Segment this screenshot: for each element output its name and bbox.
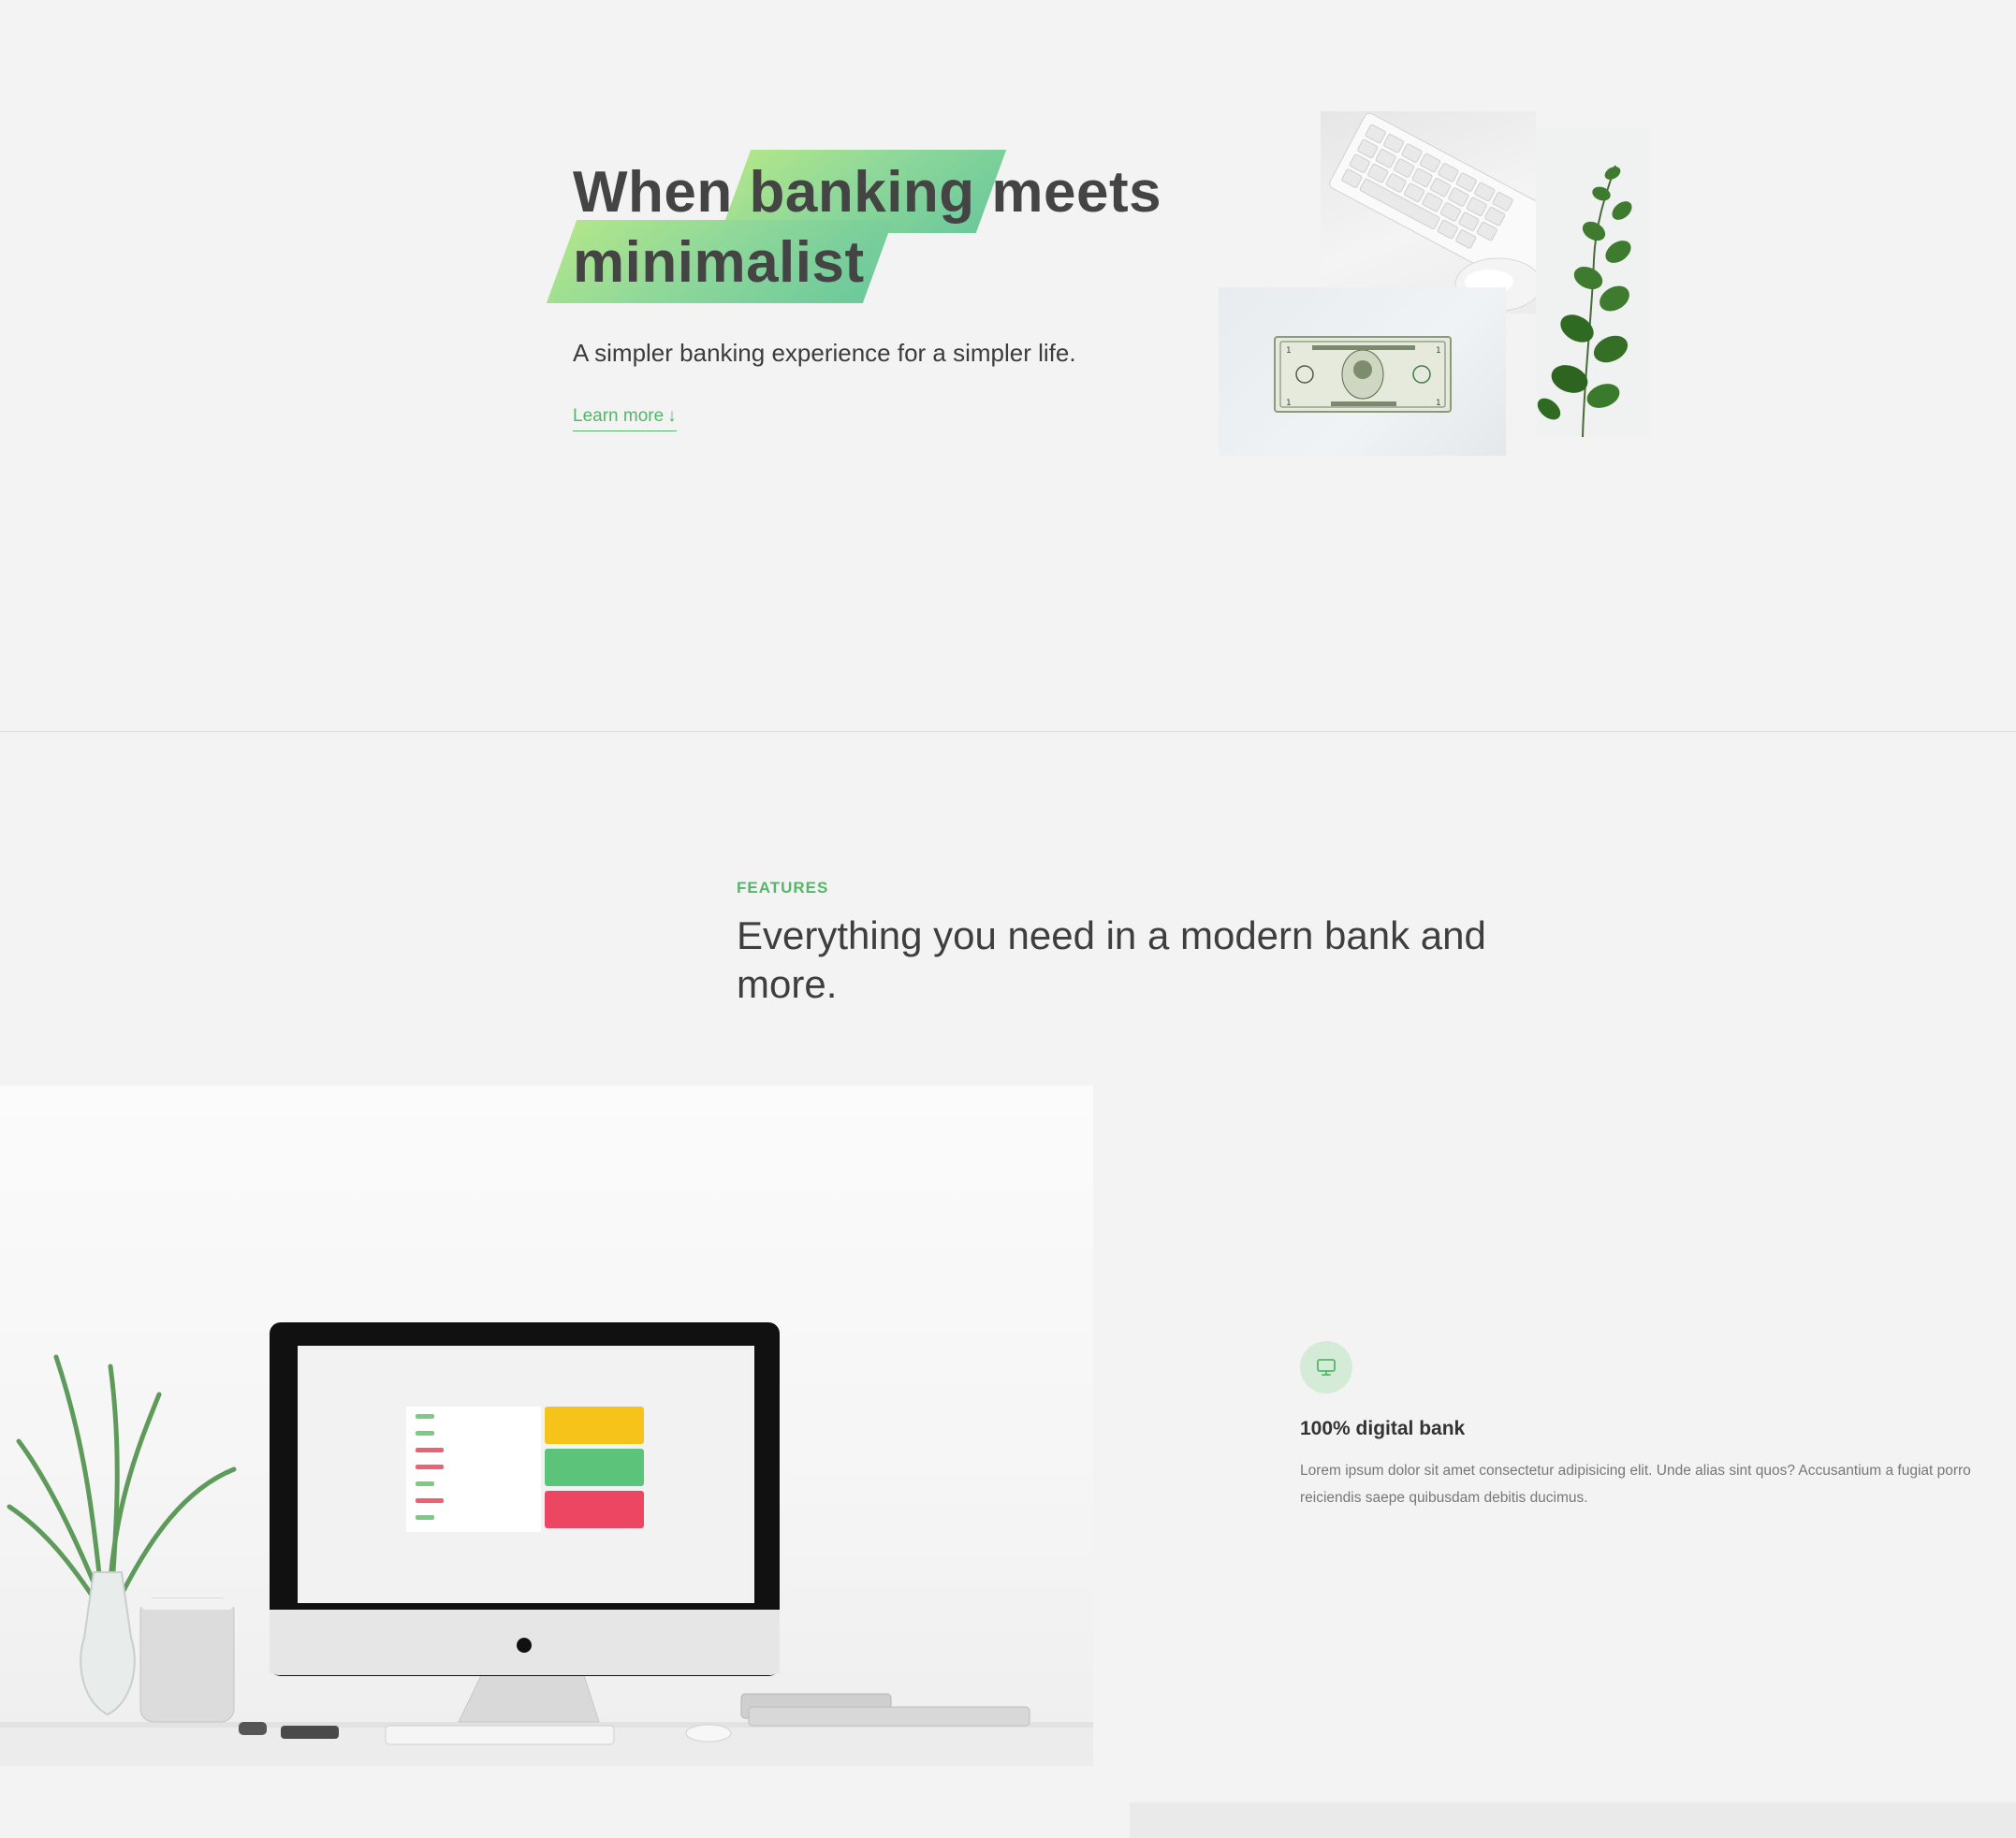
hero-subtitle: A simpler banking experience for a simpl… (573, 339, 1076, 367)
desk-imac-photo (0, 1086, 1093, 1766)
features-title: Everything you need in a modern bank and… (737, 913, 1486, 1006)
learn-more-link[interactable]: Learn more ↓ (573, 406, 677, 431)
svg-text:1: 1 (1436, 399, 1441, 408)
keyboard-mouse-photo (1321, 111, 1536, 314)
svg-text:1: 1 (1436, 346, 1441, 356)
hero-section: When banking meets minimalist A simpler … (0, 0, 2016, 731)
arrow-down-icon: ↓ (667, 406, 677, 426)
plant-photo (1536, 128, 1649, 437)
learn-more-label: Learn more (573, 406, 665, 426)
section-divider (0, 731, 2016, 732)
hero-title-word-when: When (573, 160, 733, 225)
hero-title-word-meets: meets (991, 160, 1162, 225)
feature-title: 100% digital bank (1300, 1418, 1466, 1439)
svg-text:1: 1 (1286, 346, 1292, 356)
hero-title: When banking meets minimalist (573, 157, 1161, 298)
feature-description: Lorem ipsum dolor sit amet consectetur a… (1300, 1463, 1971, 1506)
hero-title-highlight-banking: banking (749, 157, 974, 227)
monitor-icon (1300, 1341, 1352, 1393)
svg-text:1: 1 (1286, 399, 1292, 408)
dollar-bill-photo: 1 1 1 1 (1219, 287, 1506, 456)
next-section-edge (1130, 1802, 2016, 1838)
hero-title-highlight-minimalist: minimalist (573, 227, 865, 298)
features-eyebrow: FEATURES (737, 879, 829, 897)
